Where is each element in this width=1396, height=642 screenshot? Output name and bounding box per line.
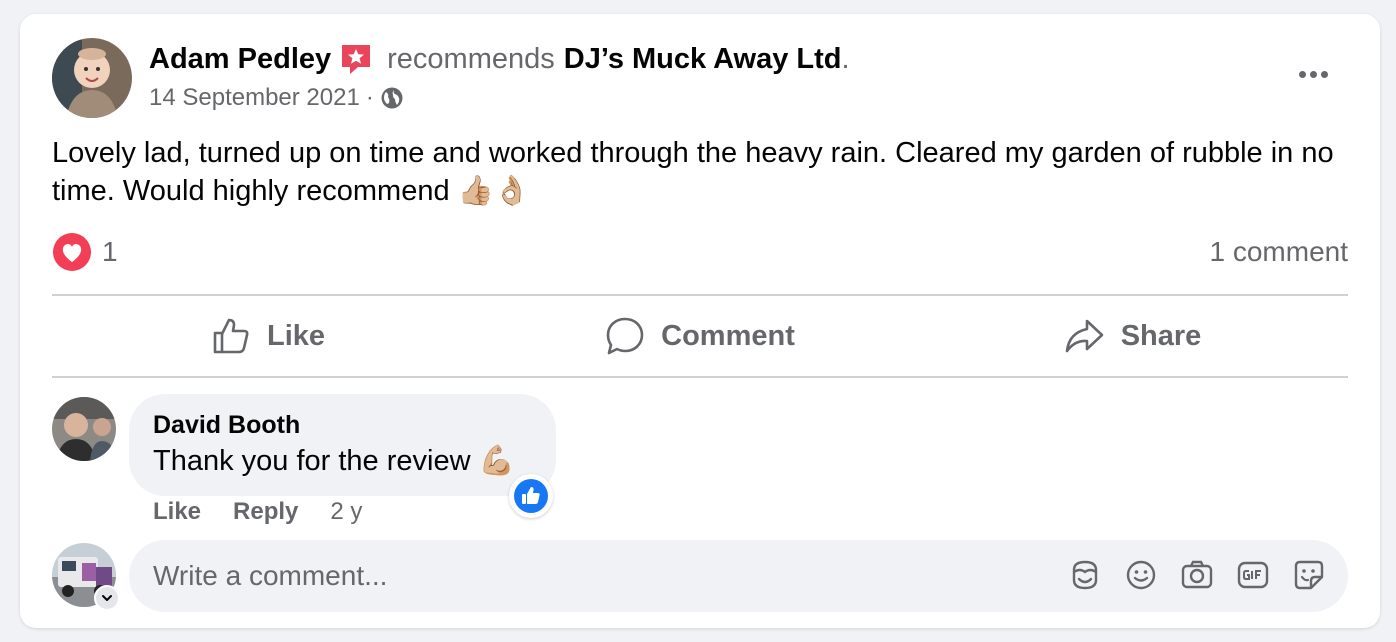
meta-separator: · [365,84,374,111]
header-period: . [841,43,850,75]
divider-bottom [52,376,1348,378]
commenter-avatar[interactable] [52,397,116,461]
dot [1320,70,1328,78]
share-arrow-icon [1063,316,1121,356]
composer-tools [1068,558,1326,592]
globe-icon [380,86,404,110]
sticker-icon[interactable] [1292,558,1326,592]
speech-bubble-icon [605,316,661,356]
share-button[interactable]: Share [916,297,1348,375]
emoji-icon[interactable] [1124,558,1158,592]
chevron-down-icon[interactable] [94,585,120,611]
gif-icon[interactable] [1236,558,1270,592]
dot [1309,70,1317,78]
post-action-bar: Like Comment Share [52,297,1348,375]
reaction-summary: 1 1 comment [52,232,1348,272]
like-button[interactable]: Like [52,297,484,375]
comment-composer [129,540,1348,612]
comment-input[interactable] [153,560,1033,592]
author-avatar[interactable] [52,38,132,118]
comment-count-link[interactable]: 1 comment [1210,236,1349,268]
author-name[interactable]: Adam Pedley [149,40,331,78]
reaction-count: 1 [102,236,118,267]
post-card: Adam Pedley recommends DJ’s Muck Away Lt… [20,14,1380,628]
love-reaction-icon [52,232,92,272]
share-label: Share [1120,319,1202,352]
post-date[interactable]: 14 September 2021 [149,84,360,112]
comment-text: Thank you for the review 💪🏼 [153,445,515,477]
comment-author[interactable]: David Booth [153,408,532,442]
recommend-star-icon [339,42,373,76]
thumbs-up-icon [211,316,267,356]
more-options-button[interactable] [1290,56,1336,92]
post-text: Lovely lad, turned up on time and worked… [52,137,1334,207]
comment-bubble: David Booth Thank you for the review 💪🏼 [129,394,556,496]
page-name[interactable]: DJ’s Muck Away Ltd [564,40,842,78]
like-label: Like [266,319,326,352]
avatar-sticker-icon[interactable] [1068,558,1102,592]
comment-label: Comment [661,319,795,352]
reaction-count-group[interactable]: 1 [52,232,118,272]
recommends-text: recommends [387,43,555,75]
comment-actions: Like Reply 2 y [153,498,362,526]
post-meta: 14 September 2021 · [149,84,404,112]
camera-icon[interactable] [1180,558,1214,592]
comment-reply-link[interactable]: Reply [233,498,298,526]
comment-age[interactable]: 2 y [330,498,362,526]
dot [1298,70,1306,78]
divider-top [52,294,1348,296]
like-reaction-icon[interactable] [509,474,553,518]
comment-like-link[interactable]: Like [153,498,201,526]
comment-button[interactable]: Comment [484,297,916,375]
post-header: Adam Pedley recommends DJ’s Muck Away Lt… [149,40,850,78]
